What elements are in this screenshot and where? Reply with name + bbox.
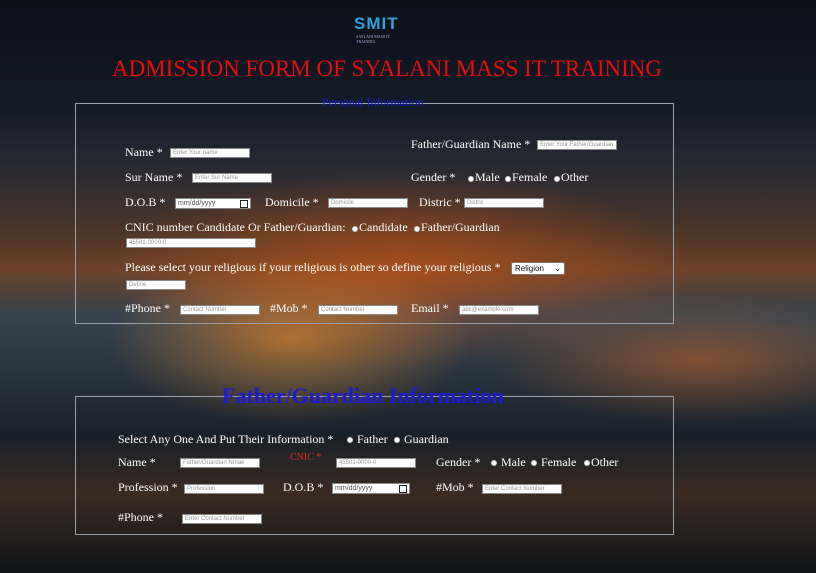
guardian-info-legend: Father/Guardian Information	[222, 383, 504, 408]
father-name-input[interactable]: Enter Your Father/Guardian	[537, 140, 617, 150]
phone-input[interactable]: Contact Number	[180, 305, 260, 315]
district-input[interactable]: Distric	[464, 198, 544, 208]
chevron-down-icon: ⌄	[554, 264, 561, 273]
guardian-male-label: Male	[501, 455, 526, 469]
guardian-male-radio[interactable]	[491, 460, 497, 466]
smit-logo: SMIT SAYLANI MASS IT TRAINING	[354, 14, 400, 44]
cnic-candidate-radio[interactable]	[352, 226, 358, 232]
surname-input[interactable]: Enter Sur Name	[192, 173, 272, 183]
gender-female-radio[interactable]	[505, 176, 511, 182]
gender-male-radio[interactable]	[468, 176, 474, 182]
personal-info-fieldset	[75, 103, 674, 324]
guardian-mob-label: #Mob *	[436, 480, 474, 494]
select-guardian-radio[interactable]	[394, 437, 400, 443]
select-father-label: Father	[357, 432, 388, 446]
select-father-radio[interactable]	[347, 437, 353, 443]
guardian-other-label: Other	[591, 455, 619, 469]
father-name-label: Father/Guardian Name *	[411, 137, 531, 151]
guardian-female-label: Female	[541, 455, 577, 469]
profession-label: Profession *	[118, 480, 178, 494]
religion-label: Please select your religious if your rel…	[125, 260, 501, 274]
profession-input[interactable]: Profession	[184, 484, 264, 494]
name-label: Name *	[125, 145, 163, 159]
cnic-candidate-label: Candidate	[359, 220, 408, 234]
guardian-name-label: Name *	[118, 455, 156, 469]
guardian-other-radio[interactable]	[584, 460, 590, 466]
phone-label: #Phone *	[125, 301, 170, 315]
domicile-input[interactable]: Domicile	[328, 198, 408, 208]
guardian-dob-label: D.O.B *	[283, 480, 324, 494]
guardian-phone-input[interactable]: Enter Contact Number	[182, 514, 262, 524]
email-label: Email *	[411, 301, 449, 315]
guardian-female-radio[interactable]	[531, 460, 537, 466]
logo-subtext: SAYLANI MASS IT TRAINING	[356, 34, 390, 44]
dob-value: mm/dd/yyyy	[178, 200, 216, 207]
guardian-gender-label: Gender *	[436, 455, 481, 469]
select-guardian-label: Guardian	[404, 432, 449, 446]
guardian-cnic-input[interactable]: 45501-0000-0	[336, 458, 416, 468]
mob-label: #Mob *	[270, 301, 308, 315]
dob-input[interactable]: mm/dd/yyyy	[175, 198, 251, 209]
email-input[interactable]: abc@example.com	[459, 305, 539, 315]
logo-text: SMIT	[354, 14, 399, 33]
guardian-cnic-label: CNIC *	[290, 452, 322, 463]
cnic-input[interactable]: 45501-0000-0	[126, 238, 256, 248]
guardian-name-input[interactable]: Father/Guardian Nmae	[180, 458, 260, 468]
name-input[interactable]: Enter Your name	[170, 148, 250, 158]
guardian-dob-input[interactable]: mm/dd/yyyy	[332, 483, 410, 494]
domicile-label: Domicile *	[265, 195, 319, 209]
gender-male-label: Male	[475, 170, 500, 184]
cnic-father-radio[interactable]	[414, 226, 420, 232]
surname-label: Sur Name *	[125, 170, 183, 184]
religion-selected: Religion	[515, 264, 544, 273]
define-religion-input[interactable]: Define	[126, 280, 186, 290]
page-title: ADMISSION FORM OF SYALANI MASS IT TRAINI…	[112, 56, 662, 81]
cnic-father-label: Father/Guardian	[421, 220, 500, 234]
calendar-icon[interactable]	[240, 200, 248, 208]
mob-input[interactable]: Contact Number	[318, 305, 398, 315]
dob-label: D.O.B *	[125, 195, 166, 209]
guardian-select-label: Select Any One And Put Their Information…	[118, 432, 334, 446]
gender-label: Gender *	[411, 170, 456, 184]
cnic-label: CNIC number Candidate Or Father/Guardian…	[125, 220, 346, 234]
guardian-dob-value: mm/dd/yyyy	[335, 485, 373, 492]
calendar-icon[interactable]	[399, 485, 407, 493]
gender-other-label: Other	[561, 170, 589, 184]
guardian-mob-input[interactable]: Enter Contact Number	[482, 484, 562, 494]
district-label: Distric *	[419, 195, 461, 209]
personal-info-legend: Personal Information	[322, 95, 424, 109]
gender-other-radio[interactable]	[554, 176, 560, 182]
religion-select[interactable]: Religion ⌄	[511, 262, 565, 275]
gender-female-label: Female	[512, 170, 548, 184]
guardian-phone-label: #Phone *	[118, 510, 163, 524]
